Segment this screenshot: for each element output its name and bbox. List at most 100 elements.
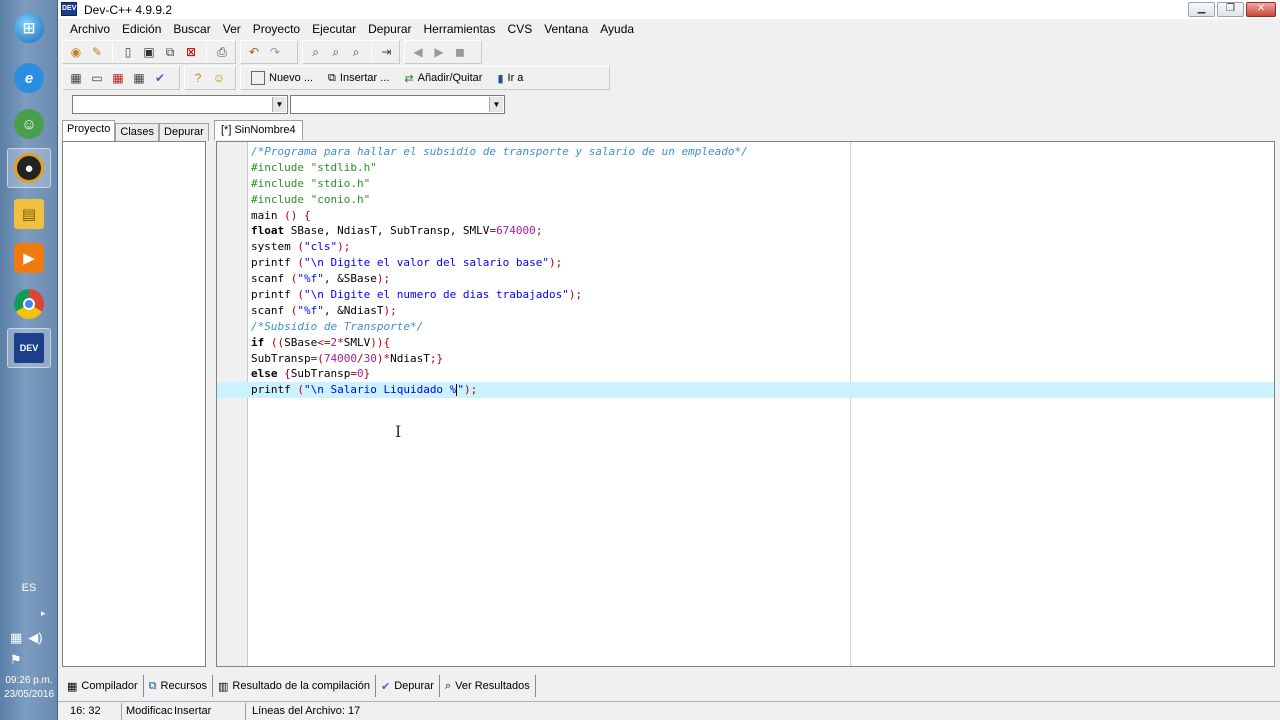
forward-icon[interactable]: ▶: [430, 43, 448, 61]
tab-compilador[interactable]: ▦ Compilador: [62, 675, 144, 697]
help-icon[interactable]: ?: [189, 69, 207, 87]
project-tree[interactable]: [62, 141, 206, 667]
toolbar-search: ⌕ ⌕ ⌕ ⇥: [302, 40, 400, 64]
about-icon[interactable]: ☺: [210, 69, 228, 87]
run-icon[interactable]: ▭: [88, 69, 106, 87]
menu-proyecto[interactable]: Proyecto: [247, 22, 306, 36]
code-line[interactable]: #include "conio.h": [251, 192, 1274, 208]
language-indicator[interactable]: ES: [0, 582, 58, 594]
code-line[interactable]: printf ("\n Digite el valor del salario …: [251, 255, 1274, 271]
code-line[interactable]: scanf ("%f", &NdiasT);: [251, 303, 1274, 319]
code-line[interactable]: else {SubTransp=0}: [251, 366, 1274, 382]
taskbar-player[interactable]: ▶: [7, 238, 51, 278]
tab-resultado[interactable]: ▥ Resultado de la compilación: [213, 675, 376, 697]
class-combo[interactable]: ▼: [72, 95, 288, 114]
tab-compilador-label: Compilador: [81, 680, 138, 692]
find-next-icon[interactable]: ⌕: [327, 43, 344, 61]
tab-depurar-bottom[interactable]: ✔ Depurar: [376, 675, 440, 697]
back-icon[interactable]: ◀: [409, 43, 427, 61]
menu-bar: Archivo Edición Buscar Ver Proyecto Ejec…: [58, 19, 1280, 39]
toolbar-undo: ↶ ↷: [240, 40, 298, 64]
redo-icon[interactable]: ↷: [266, 43, 284, 61]
tab-proyecto[interactable]: Proyecto: [62, 120, 116, 141]
tray-expand-icon[interactable]: ▸: [41, 608, 46, 619]
menu-herramientas[interactable]: Herramientas: [418, 22, 502, 36]
menu-ventana[interactable]: Ventana: [538, 22, 594, 36]
goto-button[interactable]: ▮ Ir a: [491, 68, 529, 88]
new-button[interactable]: Nuevo ...: [245, 68, 319, 88]
close-button[interactable]: ✕: [1246, 2, 1276, 17]
taskbar-media[interactable]: ●: [7, 148, 51, 188]
menu-buscar[interactable]: Buscar: [167, 22, 216, 36]
clock[interactable]: 09:26 p.m. 23/05/2016: [0, 674, 58, 702]
taskbar-explorer[interactable]: ▤: [7, 194, 51, 234]
minimize-button[interactable]: ▁: [1188, 2, 1215, 17]
code-line[interactable]: main () {: [251, 208, 1274, 224]
tab-sinnombre4[interactable]: [*] SinNombre4: [214, 120, 303, 140]
code-area[interactable]: /*Programa para hallar el subsidio de tr…: [217, 144, 1274, 399]
app-icon[interactable]: DEV: [61, 2, 77, 16]
compile-icon[interactable]: ▦: [67, 69, 85, 87]
volume-icon[interactable]: ◀): [28, 630, 42, 646]
start-button[interactable]: ⊞: [7, 8, 51, 48]
add-remove-button[interactable]: ⇄ Añadir/Quitar: [398, 68, 488, 88]
insert-mode: Insertar: [172, 702, 246, 720]
tab-ver-resultados[interactable]: ⌕ Ver Resultados: [440, 675, 536, 697]
goto-line-icon[interactable]: ⇥: [378, 43, 395, 61]
bookmark-icon[interactable]: ◼: [451, 43, 469, 61]
code-line[interactable]: float SBase, NdiasT, SubTransp, SMLV=674…: [251, 223, 1274, 239]
close-file-icon[interactable]: ⊠: [182, 43, 200, 61]
code-line[interactable]: scanf ("%f", &SBase);: [251, 271, 1274, 287]
code-editor[interactable]: /*Programa para hallar el subsidio de tr…: [216, 141, 1275, 667]
save-icon[interactable]: ▣: [140, 43, 158, 61]
tab-resultado-label: Resultado de la compilación: [232, 680, 370, 692]
status-bar: 16: 32 Modificac Insertar Líneas del Arc…: [58, 701, 1280, 720]
code-line[interactable]: printf ("\n Digite el numero de dias tra…: [251, 287, 1274, 303]
menu-ejecutar[interactable]: Ejecutar: [306, 22, 362, 36]
menu-ayuda[interactable]: Ayuda: [594, 22, 640, 36]
menu-edicion[interactable]: Edición: [116, 22, 167, 36]
taskbar-chrome[interactable]: [7, 284, 51, 324]
check-icon[interactable]: ✔: [151, 69, 169, 87]
menu-depurar[interactable]: Depurar: [362, 22, 417, 36]
compile-run-icon[interactable]: ▦: [109, 69, 127, 87]
code-line[interactable]: printf ("\n Salario Liquidado %");: [217, 382, 1274, 399]
menu-cvs[interactable]: CVS: [502, 22, 539, 36]
member-combo[interactable]: ▼: [290, 95, 505, 114]
print-icon[interactable]: ⎙: [213, 43, 231, 61]
open-project-icon[interactable]: ◉: [67, 43, 85, 61]
find-icon[interactable]: ⌕: [307, 43, 324, 61]
insert-button[interactable]: ⧉ Insertar ...: [322, 68, 395, 88]
insert-icon: ⧉: [328, 71, 336, 84]
chevron-down-icon[interactable]: ▼: [489, 97, 503, 112]
tab-clases[interactable]: Clases: [115, 123, 160, 141]
maximize-button[interactable]: ❐: [1217, 2, 1244, 17]
code-line[interactable]: #include "stdlib.h": [251, 160, 1274, 176]
network-icon[interactable]: ▦: [10, 630, 22, 646]
menu-ver[interactable]: Ver: [217, 22, 247, 36]
taskbar-ie[interactable]: e: [7, 58, 51, 98]
window-title: Dev-C++ 4.9.9.2: [84, 3, 173, 17]
code-line[interactable]: /*Subsidio de Transporte*/: [251, 319, 1274, 335]
toolbar-separator: [370, 43, 372, 61]
taskbar-devcpp[interactable]: DEV: [7, 328, 51, 368]
tab-depurar[interactable]: Depurar: [159, 123, 209, 141]
tab-recursos-label: Recursos: [160, 680, 207, 692]
code-line[interactable]: SubTransp=(74000/30)*NdiasT;}: [251, 351, 1274, 367]
new-file-icon[interactable]: ▯: [119, 43, 137, 61]
rebuild-icon[interactable]: ▦: [130, 69, 148, 87]
code-line[interactable]: #include "stdio.h": [251, 176, 1274, 192]
chevron-down-icon[interactable]: ▼: [272, 97, 286, 112]
tab-recursos[interactable]: ⧉ Recursos: [144, 675, 213, 697]
users-icon: ☺: [14, 109, 44, 139]
code-line[interactable]: system ("cls");: [251, 239, 1274, 255]
undo-icon[interactable]: ↶: [245, 43, 263, 61]
code-line[interactable]: /*Programa para hallar el subsidio de tr…: [251, 144, 1274, 160]
code-line[interactable]: if ((SBase<=2*SMLV)){: [251, 335, 1274, 351]
action-center-icon[interactable]: ⚑: [10, 652, 22, 668]
taskbar-users[interactable]: ☺: [7, 104, 51, 144]
open-file-icon[interactable]: ✎: [88, 43, 106, 61]
menu-archivo[interactable]: Archivo: [64, 22, 116, 36]
replace-icon[interactable]: ⌕: [348, 43, 365, 61]
save-all-icon[interactable]: ⧉: [161, 43, 179, 61]
